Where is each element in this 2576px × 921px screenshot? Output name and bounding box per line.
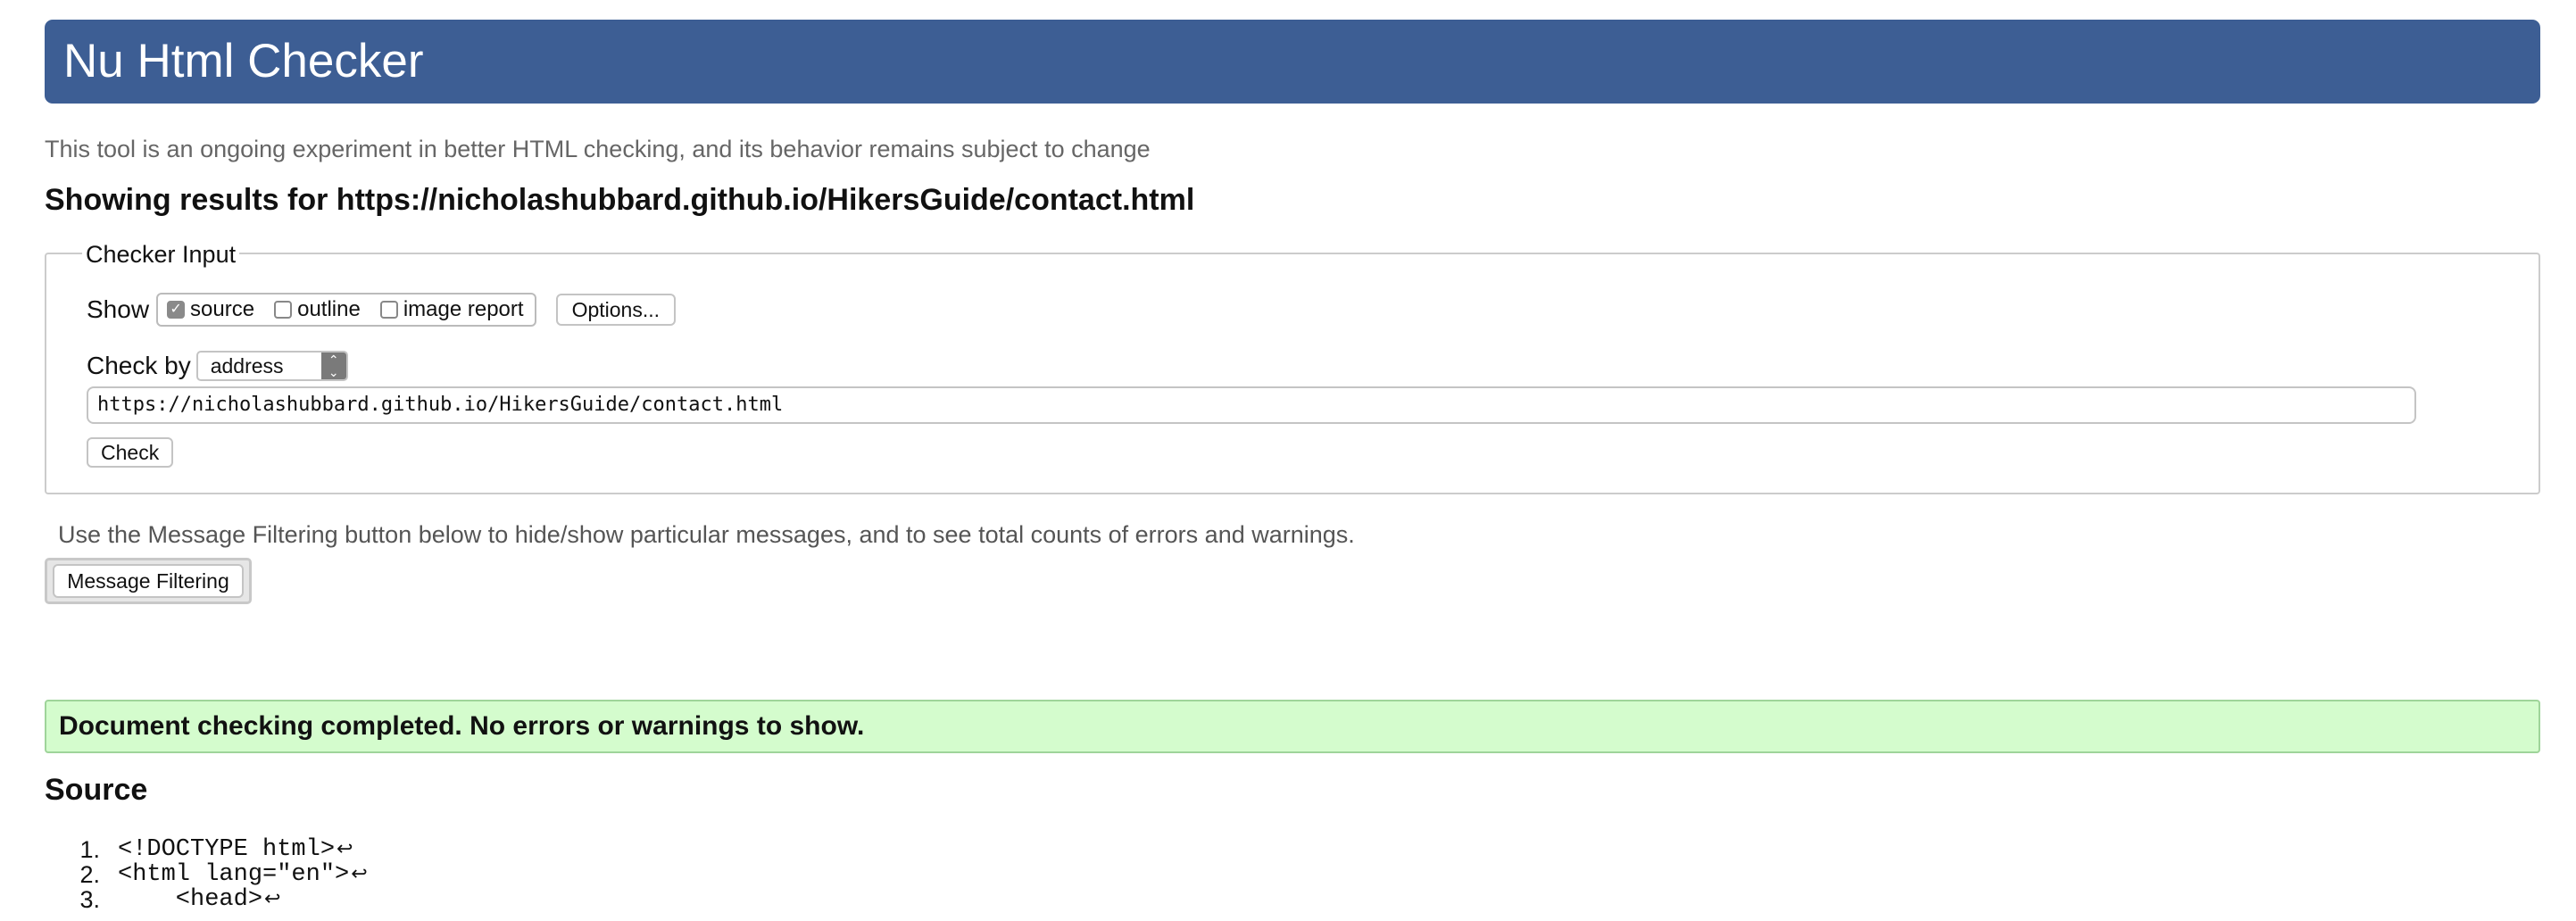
url-input[interactable]: https://nicholashubbard.github.io/Hikers…	[87, 386, 2416, 424]
show-outline-option[interactable]: outline	[274, 297, 361, 322]
show-source-option[interactable]: ✓ source	[167, 297, 254, 322]
nu-html-checker-page: Nu Html Checker This tool is an ongoing …	[0, 0, 2576, 921]
return-icon: ↩	[337, 838, 353, 860]
check-button[interactable]: Check	[87, 437, 174, 468]
line-code: <html lang="en">	[118, 861, 350, 888]
source-heading: Source	[45, 773, 148, 807]
line-number: 1.	[79, 836, 100, 863]
outline-checkbox[interactable]	[274, 301, 293, 319]
checker-input-legend: Checker Input	[82, 240, 240, 269]
source-line: 3. <head> ↩	[54, 887, 368, 912]
line-code: <head>	[118, 886, 263, 913]
select-arrows-icon: ⌃ ⌄	[320, 353, 346, 379]
line-code: <!DOCTYPE html>	[118, 836, 336, 863]
show-image-report-option[interactable]: image report	[379, 297, 524, 322]
options-button[interactable]: Options...	[555, 294, 676, 326]
source-line: 1. <!DOCTYPE html> ↩	[54, 837, 368, 862]
image-report-checkbox[interactable]	[379, 301, 398, 319]
check-by-select[interactable]: address ⌃ ⌄	[195, 351, 348, 381]
source-option-label: source	[190, 297, 255, 321]
source-list: 1. <!DOCTYPE html> ↩ 2. <html lang="en">…	[54, 837, 368, 912]
check-by-label: Check by	[87, 352, 191, 379]
message-filtering-note: Use the Message Filtering button below t…	[58, 521, 1355, 548]
return-icon: ↩	[264, 888, 281, 910]
source-line: 2. <html lang="en"> ↩	[54, 861, 368, 888]
status-message: Document checking completed. No errors o…	[45, 700, 2540, 753]
return-icon: ↩	[351, 863, 368, 885]
checker-input-fieldset: Checker Input Show ✓ source outline imag…	[45, 240, 2540, 494]
outline-option-label: outline	[297, 297, 361, 321]
page-header: Nu Html Checker	[45, 20, 2540, 104]
message-filtering-wrapper: Message Filtering	[45, 558, 252, 604]
check-by-selected-value: address	[210, 354, 284, 378]
image-report-option-label: image report	[403, 297, 524, 321]
show-label: Show	[87, 295, 150, 323]
message-filtering-button[interactable]: Message Filtering	[53, 564, 244, 598]
page-title: Nu Html Checker	[63, 35, 424, 87]
check-by-row: Check by address ⌃ ⌄	[87, 349, 348, 383]
show-row: Show ✓ source outline image report Optio…	[87, 292, 676, 328]
line-number: 3.	[79, 886, 100, 913]
show-options-group: ✓ source outline image report	[156, 293, 536, 327]
line-number: 2.	[79, 861, 100, 888]
source-checkbox[interactable]: ✓	[167, 301, 186, 319]
results-heading: Showing results for https://nicholashubb…	[45, 183, 1195, 217]
intro-text: This tool is an ongoing experiment in be…	[45, 136, 1151, 162]
